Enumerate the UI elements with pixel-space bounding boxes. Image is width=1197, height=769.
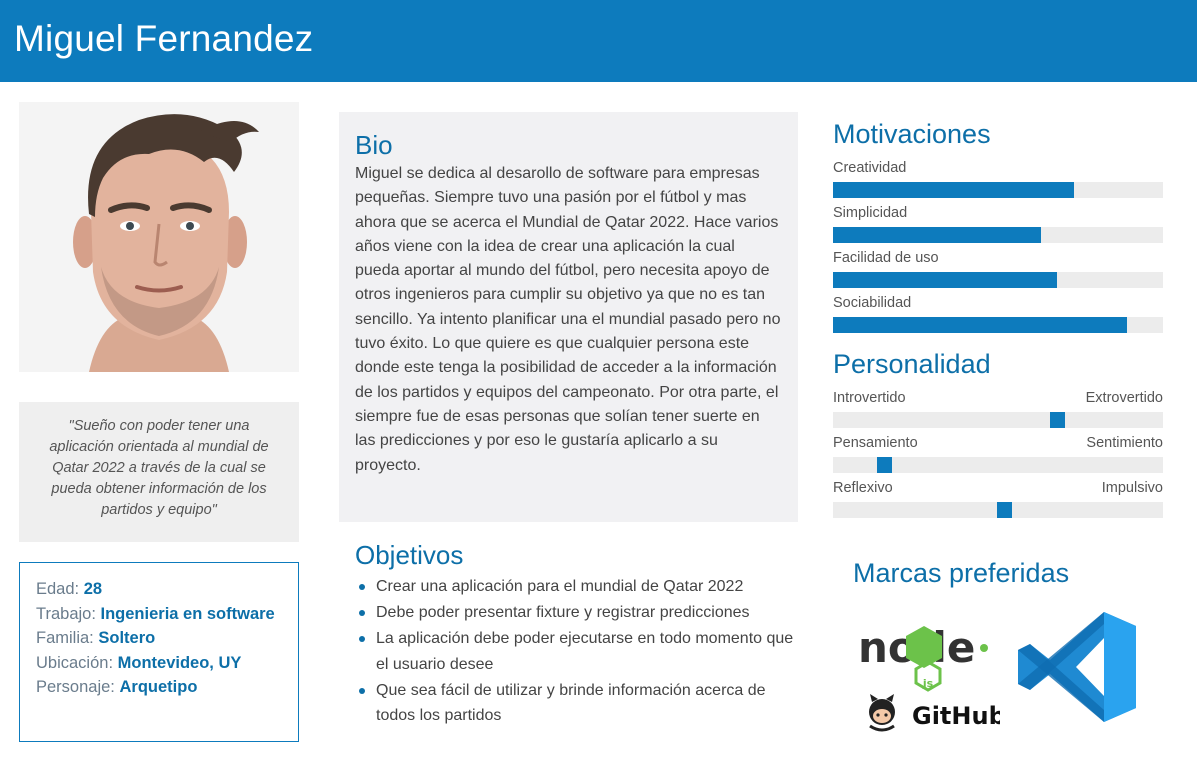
objetivo-text: Que sea fácil de utilizar y brinde infor… <box>376 681 766 725</box>
motivacion-bar <box>833 272 1163 288</box>
nodejs-logo-icon: node js <box>856 612 1000 692</box>
motivacion-fill <box>833 227 1041 243</box>
bullet-icon <box>359 687 365 694</box>
info-value: Arquetipo <box>119 678 198 697</box>
motivacion-label: Facilidad de uso <box>833 250 1163 266</box>
info-row-edad: Edad: 28 <box>36 577 282 602</box>
info-value: Soltero <box>98 629 156 648</box>
bullet-icon <box>359 636 365 642</box>
personalidad-slider <box>833 457 1163 473</box>
motivacion-bar <box>833 317 1163 333</box>
bio-title: Bio <box>355 130 393 160</box>
motivaciones-title: Motivaciones <box>833 119 991 149</box>
github-logo-text: GitHub <box>912 702 1000 730</box>
persona-name: Miguel Fernandez <box>14 18 314 59</box>
motivacion-label: Creatividad <box>833 160 1163 176</box>
trait-right-label: Sentimiento <box>1086 435 1163 451</box>
vscode-logo-icon <box>1016 610 1140 724</box>
marcas-title: Marcas preferidas <box>853 558 1070 588</box>
trait-left-label: Introvertido <box>833 390 906 406</box>
trait-right-label: Impulsivo <box>1101 480 1163 496</box>
info-label: Ubicación: <box>36 653 114 672</box>
personalidad-marker <box>877 457 892 473</box>
objetivos-title: Objetivos <box>355 540 464 570</box>
personalidad-labels: Pensamiento Sentimiento <box>833 435 1163 451</box>
bio-text: Miguel se dedica al desarollo de softwar… <box>355 165 781 474</box>
objetivos-section: Objetivos Crear una aplicación para el m… <box>355 538 795 729</box>
motivacion-label-text: Creatividad <box>833 160 907 176</box>
objetivo-text: La aplicación debe poder ejecutarse en t… <box>376 630 794 673</box>
list-item: La aplicación debe poder ejecutarse en t… <box>355 626 795 677</box>
trait-left-label: Pensamiento <box>833 435 918 451</box>
bio-panel: Bio Miguel se dedica al desarollo de sof… <box>339 112 798 522</box>
list-item: Que sea fácil de utilizar y brinde infor… <box>355 678 795 729</box>
bullet-icon <box>359 610 365 616</box>
personalidad-title: Personalidad <box>833 349 991 379</box>
motivacion-label-text: Facilidad de uso <box>833 250 939 266</box>
motivacion-fill <box>833 317 1127 333</box>
info-box: Edad: 28 Trabajo: Ingenieria en software… <box>19 562 299 742</box>
bullet-icon <box>359 584 365 590</box>
personalidad-slider <box>833 412 1163 428</box>
info-value: Montevideo, UY <box>117 653 242 672</box>
trait-left-label: Reflexivo <box>833 480 893 496</box>
motivacion-label: Sociabilidad <box>833 295 1163 311</box>
list-item: Crear una aplicación para el mundial de … <box>355 574 795 600</box>
info-row-personaje: Personaje: Arquetipo <box>36 675 282 700</box>
info-label: Familia: <box>36 629 94 648</box>
personalidad-marker <box>997 502 1012 518</box>
info-row-familia: Familia: Soltero <box>36 626 282 651</box>
personalidad-section: Personalidad Introvertido Extrovertido P… <box>833 348 1163 518</box>
info-value: 28 <box>83 580 103 598</box>
node-js-text: js <box>922 677 934 690</box>
personalidad-marker <box>1050 412 1065 428</box>
personalidad-labels: Introvertido Extrovertido <box>833 390 1163 406</box>
list-item: Debe poder presentar fixture y registrar… <box>355 600 795 626</box>
motivaciones-section: Motivaciones Creatividad Simplicidad Fac… <box>833 118 1163 333</box>
personalidad-slider <box>833 502 1163 518</box>
persona-photo <box>19 102 299 372</box>
personalidad-labels: Reflexivo Impulsivo <box>833 480 1163 496</box>
info-value: Ingenieria en software <box>100 604 275 623</box>
persona-quote: "Sueño con poder tener una aplicación or… <box>19 402 299 542</box>
motivacion-label-text: Sociabilidad <box>833 295 912 311</box>
github-logo-icon: GitHub <box>860 692 1006 734</box>
objetivos-list: Crear una aplicación para el mundial de … <box>355 574 795 729</box>
info-row-ubicacion: Ubicación: Montevideo, UY <box>36 651 282 676</box>
motivacion-bar <box>833 227 1163 243</box>
objetivo-text: Crear una aplicación para el mundial de … <box>376 578 744 595</box>
motivacion-fill <box>833 182 1074 198</box>
header-bar: Miguel Fernandez <box>0 0 1197 82</box>
motivacion-bar <box>833 182 1163 198</box>
info-label: Edad: <box>36 580 80 598</box>
info-label: Personaje: <box>36 678 115 697</box>
motivacion-label: Simplicidad <box>833 205 1163 221</box>
info-label: Trabajo: <box>36 604 96 623</box>
motivacion-label-text: Simplicidad <box>833 205 908 221</box>
objetivo-text: Debe poder presentar fixture y registrar… <box>376 604 750 621</box>
avatar <box>19 102 299 372</box>
motivacion-fill <box>833 272 1058 288</box>
trait-right-label: Extrovertido <box>1085 390 1163 406</box>
info-row-trabajo: Trabajo: Ingenieria en software <box>36 602 282 627</box>
